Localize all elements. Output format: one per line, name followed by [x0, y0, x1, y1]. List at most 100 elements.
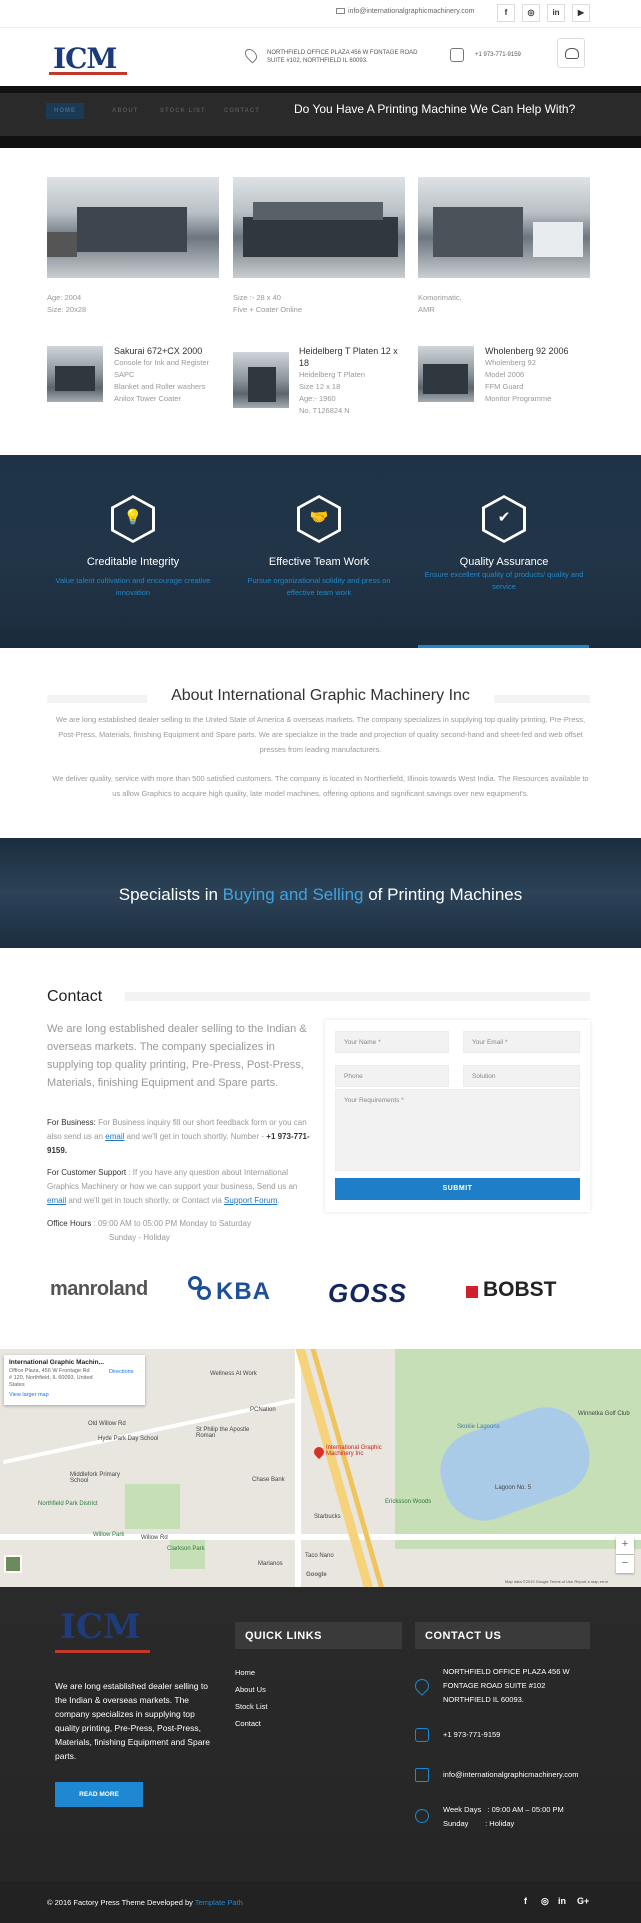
business-label: For Business: [47, 1118, 96, 1127]
map-park [125, 1484, 180, 1529]
template-path-link[interactable]: Template Path [195, 1898, 243, 1907]
footer-email[interactable]: info@internationalgraphicmachinery.com [443, 1768, 578, 1782]
footer-link-stock-list[interactable]: Stock List [235, 1702, 268, 1711]
map-label: Marianos [258, 1561, 283, 1567]
brand-manroland[interactable]: manroland [50, 1278, 148, 1301]
product-specs: Heidelberg T Platen Size 12 x 18 Age:- 1… [299, 369, 365, 417]
submit-button[interactable]: SUBMIT [335, 1178, 580, 1200]
nav-stock-list[interactable]: STOCK LIST [160, 108, 206, 114]
bottom-bar: © 2016 Factory Press Theme Developed by … [0, 1881, 641, 1923]
solution-input[interactable]: Solution [463, 1065, 580, 1087]
business-info: For Business: For Business inquiry fill … [47, 1116, 317, 1158]
footer-phone[interactable]: +1 973-771-9159 [443, 1728, 500, 1742]
hours-sunday: Sunday - Holiday [109, 1233, 170, 1242]
footer: ICM We are long established dealer selli… [0, 1587, 641, 1881]
map-place-address: Office Plaza, 456 W Frontage Rd # 120, N… [9, 1368, 93, 1388]
logo-stripe [49, 72, 127, 75]
top-bar: info@internationalgraphicmachinery.com f… [0, 0, 641, 28]
support-email-link[interactable]: email [47, 1196, 66, 1205]
product-title[interactable]: Wholenberg 92 2006 [485, 345, 595, 357]
divider [125, 992, 590, 1001]
specialists-heading: Specialists in Buying and Selling of Pri… [0, 885, 641, 905]
google-map[interactable]: Wellness At Work Old Willow Rd Hyde Park… [0, 1349, 641, 1587]
phone-input[interactable]: Phone [335, 1065, 449, 1087]
footer-link-about[interactable]: About Us [235, 1685, 266, 1694]
contact-us-heading: CONTACT US [415, 1622, 590, 1649]
zoom-in-button[interactable]: + [616, 1536, 634, 1554]
map-label: St Philip the Apostle Roman [196, 1427, 250, 1439]
linkedin-icon[interactable]: in [558, 1896, 566, 1906]
map-label: Wellness At Work [210, 1371, 257, 1377]
logo[interactable]: ICM [47, 38, 129, 78]
requirements-textarea[interactable]: Your Requirements * [335, 1089, 580, 1171]
header-phone[interactable]: +1 973-771-9159 [475, 52, 521, 58]
topbar-email[interactable]: info@internationalgraphicmachinery.com [336, 8, 474, 15]
map-label: Middlefork Primary School [70, 1472, 121, 1484]
product-spec: Age: 2004 [47, 293, 82, 302]
map-pin-label: International Graphic Machinery Inc [326, 1445, 382, 1457]
facebook-icon[interactable]: f [497, 4, 515, 22]
zoom-out-button[interactable]: − [616, 1555, 634, 1573]
support-forum-link[interactable]: Support Forum [224, 1196, 277, 1205]
instagram-icon[interactable]: ◎ [522, 4, 540, 22]
directions-link[interactable]: Directions [109, 1369, 133, 1375]
map-label: Taco Nano [305, 1553, 334, 1559]
map-highway [309, 1349, 386, 1587]
map-label: Hyde Park Day School [98, 1436, 159, 1442]
about-paragraph: We are long established dealer selling t… [55, 715, 586, 754]
nav-about[interactable]: ABOUT [112, 108, 138, 114]
feature-title: Quality Assurance [459, 556, 549, 568]
about-title: About International Graphic Machinery In… [171, 687, 470, 704]
product-image[interactable] [233, 177, 405, 278]
brand-bobst[interactable]: BOBST [483, 1278, 557, 1302]
name-input[interactable]: Your Name * [335, 1031, 449, 1053]
read-more-button[interactable]: READ MORE [55, 1782, 143, 1807]
email-input[interactable]: Your Email * [463, 1031, 580, 1053]
footer-link-contact[interactable]: Contact [235, 1719, 261, 1728]
product-image[interactable] [418, 177, 590, 278]
map-label: Northfield Park District [38, 1501, 98, 1507]
support-text: . [277, 1196, 280, 1205]
product-thumbnail[interactable] [47, 346, 103, 402]
map-label: Skokie Lagoons [457, 1424, 500, 1430]
satellite-toggle[interactable] [4, 1555, 22, 1573]
business-email-link[interactable]: email [105, 1132, 124, 1141]
product-spec: Size: 20x28 [47, 305, 87, 314]
linkedin-icon[interactable]: in [547, 4, 565, 22]
product-spec: Five + Coater Online [233, 305, 302, 314]
kba-logo-mark [188, 1274, 216, 1300]
product-spec: Size :- 28 x 40 [233, 293, 281, 302]
nav-home[interactable]: HOME [46, 103, 84, 119]
view-larger-map-link[interactable]: View larger map [9, 1392, 140, 1398]
bobst-square-icon [466, 1286, 478, 1298]
google-plus-icon[interactable]: G+ [577, 1896, 589, 1906]
product-title[interactable]: Sakurai 672+CX 2000 [114, 345, 224, 357]
map-label: Willow Rd [141, 1535, 168, 1541]
brand-kba[interactable]: KBA [216, 1278, 271, 1306]
product-spec: FFM Guard [485, 382, 524, 391]
facebook-icon[interactable]: f [524, 1896, 527, 1906]
product-caption: Komorimatic, AMR [418, 292, 462, 316]
specialists-post: of Printing Machines [363, 885, 523, 904]
youtube-icon[interactable]: ▶ [572, 4, 590, 22]
nav-contact[interactable]: CONTACT [224, 108, 260, 114]
specialists-banner: Specialists in Buying and Selling of Pri… [0, 838, 641, 948]
envelope-icon [336, 8, 345, 15]
product-thumbnail[interactable] [418, 346, 474, 402]
brand-goss[interactable]: GOSS [328, 1278, 407, 1309]
instagram-icon[interactable]: ◎ [541, 1896, 549, 1907]
footer-logo-stripe [55, 1650, 150, 1653]
product-image[interactable] [47, 177, 219, 278]
topbar-email-text[interactable]: info@internationalgraphicmachinery.com [348, 8, 474, 15]
product-spec: Size 12 x 18 [299, 382, 341, 391]
cloud-download-icon[interactable] [557, 38, 585, 68]
product-thumbnail[interactable] [233, 352, 289, 408]
footer-link-home[interactable]: Home [235, 1668, 255, 1677]
footer-logo[interactable]: ICM [60, 1607, 141, 1647]
product-title[interactable]: Heidelberg T Platen 12 x 18 [299, 345, 399, 369]
map-label: Willow Park [93, 1532, 125, 1538]
quick-links-heading: QUICK LINKS [235, 1622, 402, 1649]
business-text: and we'll get in touch shortly. Number - [124, 1132, 267, 1141]
footer-hours-weekdays: Week Days : 09:00 AM – 05:00 PM [443, 1805, 564, 1814]
support-label: For Customer Support [47, 1168, 127, 1177]
